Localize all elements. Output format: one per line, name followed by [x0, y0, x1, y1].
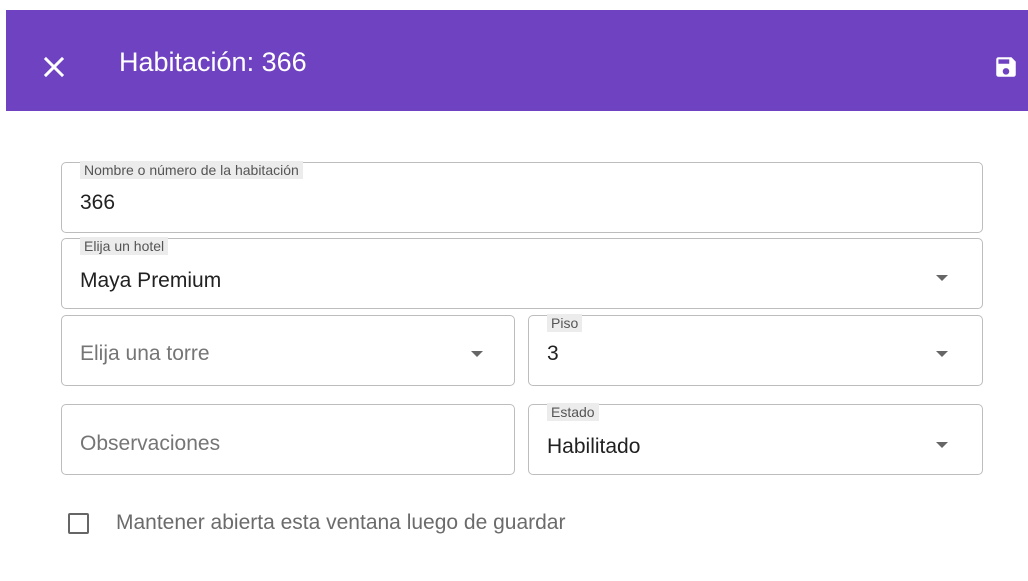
status-label: Estado [547, 403, 599, 421]
observations-placeholder: Observaciones [80, 432, 221, 455]
chevron-down-icon [471, 351, 483, 357]
room-name-field[interactable]: Nombre o número de la habitación 366 [61, 161, 983, 233]
room-name-label: Nombre o número de la habitación [80, 161, 303, 179]
keep-open-checkbox[interactable] [68, 512, 89, 534]
close-icon [43, 56, 65, 78]
save-icon [996, 57, 1016, 77]
tower-placeholder: Elija una torre [80, 342, 210, 365]
keep-open-option[interactable]: Mantener abierta esta ventana luego de g… [68, 510, 565, 536]
save-button[interactable] [984, 45, 1028, 89]
page-title: Habitación: 366 [119, 47, 307, 77]
room-name-value: 366 [80, 191, 116, 214]
tower-select[interactable]: Elija una torre [61, 315, 515, 386]
observations-field[interactable]: Observaciones [61, 404, 515, 475]
hotel-label: Elija un hotel [80, 237, 169, 255]
floor-value: 3 [547, 342, 559, 365]
hotel-select[interactable]: Elija un hotel Maya Premium [61, 237, 983, 309]
hotel-value: Maya Premium [80, 269, 222, 292]
close-button[interactable] [32, 45, 76, 89]
chevron-down-icon [936, 351, 948, 357]
status-value: Habilitado [547, 435, 641, 458]
top-app-bar: Habitación: 366 [6, 10, 1028, 111]
chevron-down-icon [936, 442, 948, 448]
chevron-down-icon [936, 275, 948, 281]
floor-select[interactable]: Piso 3 [528, 314, 983, 386]
floor-label: Piso [547, 314, 583, 332]
status-select[interactable]: Estado Habilitado [528, 403, 983, 475]
keep-open-label: Mantener abierta esta ventana luego de g… [116, 511, 566, 534]
